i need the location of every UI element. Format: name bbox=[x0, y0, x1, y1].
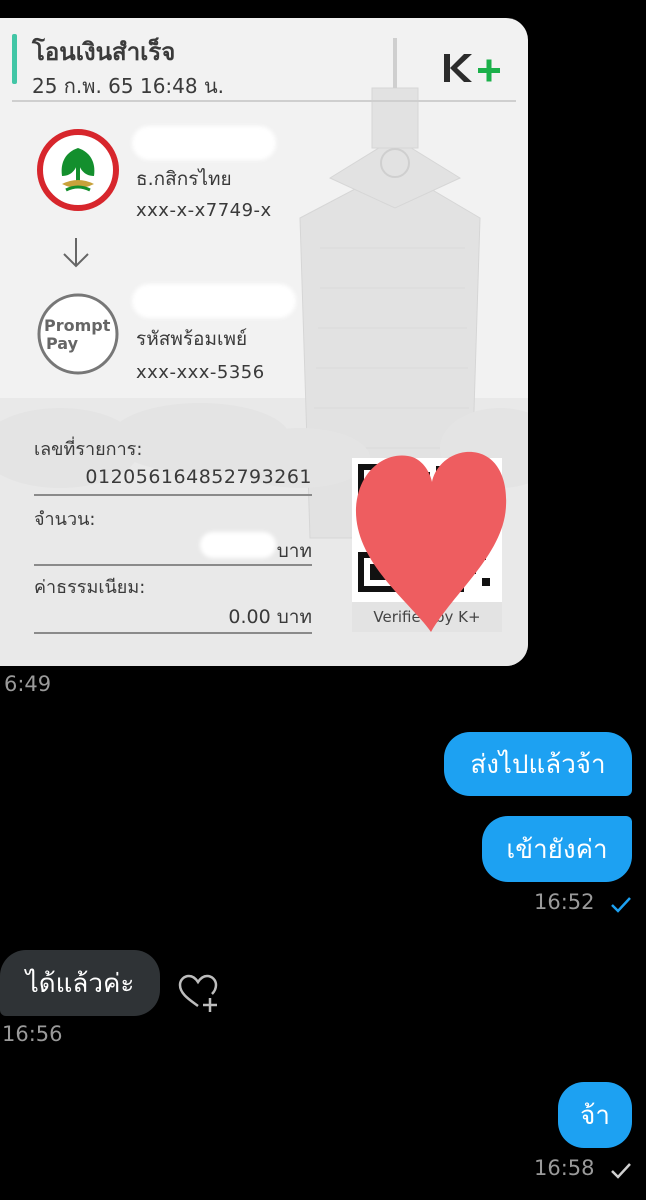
arrow-down-icon bbox=[63, 238, 89, 268]
kbank-logo-icon bbox=[37, 129, 119, 211]
slip-header: โอนเงินสำเร็จ 25 ก.พ. 65 16:48 น. bbox=[12, 30, 516, 102]
amount-label: จำนวน: bbox=[34, 509, 96, 530]
read-check-icon bbox=[611, 897, 631, 913]
receiver-account-number: xxx-xxx-5356 bbox=[136, 362, 265, 383]
fee-label: ค่าธรรมเนียม: bbox=[34, 577, 146, 598]
amount-unit: บาท bbox=[276, 540, 312, 562]
reference-number: 012056164852793261 bbox=[85, 466, 312, 488]
promptpay-logo-icon: Prompt Pay bbox=[36, 292, 120, 376]
slip-title: โอนเงินสำเร็จ bbox=[32, 38, 176, 66]
redacted-amount bbox=[200, 532, 276, 558]
kplus-logo-icon bbox=[444, 54, 500, 82]
receiver-id-type: รหัสพร้อมเพย์ bbox=[136, 328, 248, 350]
redacted-sender-name bbox=[132, 126, 276, 160]
sender-bank-name: ธ.กสิกรไทย bbox=[136, 168, 232, 190]
promptpay-logo-text-2: Pay bbox=[46, 334, 79, 353]
message-timestamp: 16:56 bbox=[2, 1022, 63, 1046]
message-bubble-outgoing[interactable]: ส่งไปแล้วจ้า bbox=[444, 732, 632, 796]
heart-sticker-icon bbox=[355, 451, 507, 632]
message-bubble-outgoing[interactable]: จ้า bbox=[558, 1082, 632, 1148]
reference-label: เลขที่รายการ: bbox=[34, 439, 143, 460]
sent-check-icon bbox=[611, 1163, 631, 1179]
message-bubble-incoming[interactable]: ได้แล้วค่ะ bbox=[0, 950, 160, 1016]
redacted-receiver-name bbox=[132, 284, 296, 318]
add-reaction-heart-icon[interactable] bbox=[176, 972, 224, 1016]
header-accent-bar bbox=[12, 34, 17, 84]
promptpay-logo-text-1: Prompt bbox=[44, 316, 111, 335]
message-bubble-outgoing[interactable]: เข้ายังค่า bbox=[482, 816, 632, 882]
sender-account-number: xxx-x-x7749-x bbox=[136, 200, 272, 221]
transfer-slip-image[interactable]: โอนเงินสำเร็จ 25 ก.พ. 65 16:48 น. ธ.กสิก… bbox=[0, 18, 528, 666]
slip-datetime: 25 ก.พ. 65 16:48 น. bbox=[32, 74, 225, 98]
divider bbox=[34, 494, 312, 496]
message-timestamp: 16:52 bbox=[534, 890, 595, 914]
fee-value: 0.00 บาท bbox=[228, 606, 312, 628]
divider bbox=[34, 564, 312, 566]
slip-timestamp: 6:49 bbox=[4, 672, 52, 696]
message-timestamp: 16:58 bbox=[534, 1156, 595, 1180]
divider bbox=[34, 632, 312, 634]
